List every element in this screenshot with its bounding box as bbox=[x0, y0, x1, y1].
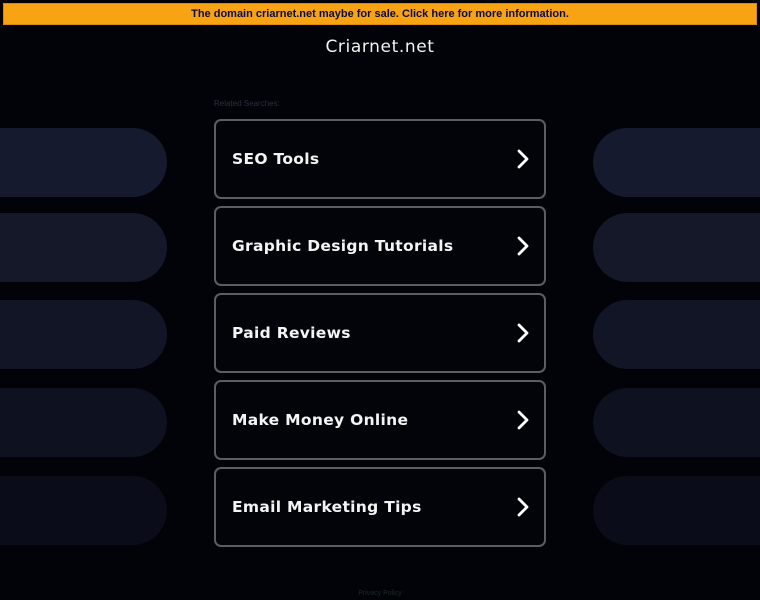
site-title[interactable]: Criarnet.net bbox=[0, 37, 760, 57]
link-label[interactable]: SEO Tools bbox=[232, 150, 319, 168]
link-label[interactable]: Email Marketing Tips bbox=[232, 498, 422, 516]
decor-pill-right-2 bbox=[593, 213, 760, 282]
link-graphic-design-tutorials[interactable]: Graphic Design Tutorials bbox=[214, 206, 546, 286]
link-make-money-online[interactable]: Make Money Online bbox=[214, 380, 546, 460]
chevron-right-icon bbox=[517, 410, 529, 430]
link-label[interactable]: Paid Reviews bbox=[232, 324, 351, 342]
link-label[interactable]: Make Money Online bbox=[232, 411, 408, 429]
decor-pill-left-1 bbox=[0, 128, 167, 197]
related-searches-label: Related Searches: bbox=[214, 99, 280, 108]
chevron-right-icon bbox=[517, 497, 529, 517]
privacy-policy-link[interactable]: Privacy Policy bbox=[0, 590, 760, 597]
decor-pill-left-2 bbox=[0, 213, 167, 282]
chevron-right-icon bbox=[517, 323, 529, 343]
link-label[interactable]: Graphic Design Tutorials bbox=[232, 237, 453, 255]
banner-text[interactable]: The domain criarnet.net maybe for sale. … bbox=[191, 8, 569, 20]
link-paid-reviews[interactable]: Paid Reviews bbox=[214, 293, 546, 373]
domain-sale-banner[interactable]: The domain criarnet.net maybe for sale. … bbox=[3, 3, 757, 25]
decor-pill-left-4 bbox=[0, 388, 167, 457]
decor-pill-right-3 bbox=[593, 300, 760, 369]
chevron-right-icon bbox=[517, 149, 529, 169]
decor-pill-right-1 bbox=[593, 128, 760, 197]
decor-pill-right-5 bbox=[593, 476, 760, 545]
decor-pill-left-3 bbox=[0, 300, 167, 369]
related-links-list: SEO Tools Graphic Design Tutorials Paid … bbox=[214, 119, 546, 554]
decor-pill-left-5 bbox=[0, 476, 167, 545]
link-seo-tools[interactable]: SEO Tools bbox=[214, 119, 546, 199]
decor-pill-right-4 bbox=[593, 388, 760, 457]
link-email-marketing-tips[interactable]: Email Marketing Tips bbox=[214, 467, 546, 547]
chevron-right-icon bbox=[517, 236, 529, 256]
